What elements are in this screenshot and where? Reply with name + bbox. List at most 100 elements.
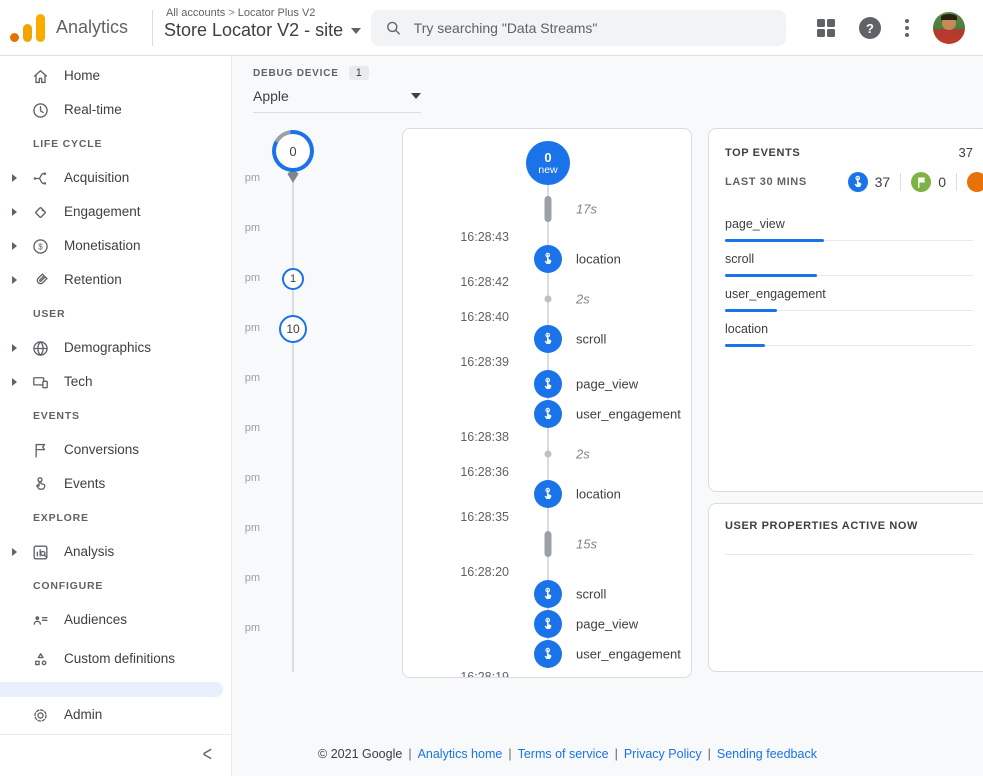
footer-link-terms-of-service[interactable]: Terms of service (518, 747, 609, 761)
gap-marker (545, 531, 552, 557)
sidebar-item-custom-definitions[interactable]: Custom definitions (0, 637, 231, 681)
monetisation-icon: $ (30, 236, 50, 256)
top-event-bar (725, 344, 765, 347)
events-count: 37 (848, 172, 891, 192)
user-properties-title: USER PROPERTIES ACTIVE NOW (725, 520, 973, 532)
chevron-down-icon (411, 93, 421, 99)
sidebar-item-label: Monetisation (64, 238, 141, 254)
counter-value: 0 (938, 174, 946, 190)
minute-pm-label: pm (234, 222, 260, 234)
user-properties-card: USER PROPERTIES ACTIVE NOW (708, 503, 983, 672)
event-row-location[interactable]: location (403, 244, 691, 274)
event-row-scroll[interactable]: scroll (403, 579, 691, 609)
new-events-count: 0 (544, 151, 551, 164)
event-row-user_engagement[interactable]: user_engagement (403, 639, 691, 669)
minute-marker[interactable]: 10 (279, 315, 307, 343)
sidebar-item-engagement[interactable]: Engagement (0, 195, 231, 229)
tap-event-icon (534, 370, 562, 398)
event-row-page_view[interactable]: page_view (403, 609, 691, 639)
tap-icon (848, 172, 868, 192)
counter-divider (956, 173, 957, 191)
sidebar-item-home[interactable]: Home (0, 59, 231, 93)
breadcrumb[interactable]: All accounts>Locator Plus V2 (166, 7, 315, 19)
breadcrumb-account[interactable]: Locator Plus V2 (238, 7, 316, 19)
sidebar-item-audiences[interactable]: Audiences (0, 603, 231, 637)
minute-pm-label: pm (234, 572, 260, 584)
new-events-badge[interactable]: 0 new (526, 141, 570, 185)
tap-event-icon (534, 400, 562, 428)
property-switcher[interactable]: Store Locator V2 - site (164, 20, 361, 41)
event-row-page_view[interactable]: page_view (403, 369, 691, 399)
footer-link-analytics-home[interactable]: Analytics home (418, 747, 503, 761)
debug-device-select[interactable]: Apple (253, 88, 421, 113)
sidebar-item-retention[interactable]: Retention (0, 263, 231, 297)
expand-chevron-icon[interactable] (12, 242, 17, 250)
sidebar-section-configure: CONFIGURE (0, 569, 231, 603)
minute-pin-icon (286, 171, 301, 188)
custom-definitions-icon (30, 649, 50, 669)
expand-chevron-icon[interactable] (12, 208, 17, 216)
minutes-current-circle[interactable]: 0 (272, 130, 314, 172)
logo-dot (10, 33, 19, 42)
debug-device-block: DEBUG DEVICE 1 Apple (253, 66, 421, 113)
sidebar-item-label: Audiences (64, 612, 127, 628)
top-event-row-scroll[interactable]: scroll (725, 241, 973, 276)
analysis-icon (30, 542, 50, 562)
top-event-row-page_view[interactable]: page_view (725, 206, 973, 241)
app-header: Analytics All accounts>Locator Plus V2 S… (0, 0, 983, 56)
expand-chevron-icon[interactable] (12, 276, 17, 284)
sidebar-item-tech[interactable]: Tech (0, 365, 231, 399)
event-row-user_engagement[interactable]: user_engagement (403, 399, 691, 429)
collapse-sidebar-button[interactable]: < (203, 744, 212, 767)
search-bar[interactable] (371, 10, 786, 46)
tap-event-icon (534, 580, 562, 608)
top-event-row-location[interactable]: location (725, 311, 973, 346)
event-row-scroll[interactable]: scroll (403, 324, 691, 354)
sidebar-item-admin[interactable]: Admin (0, 698, 231, 732)
breadcrumb-all-accounts[interactable]: All accounts (166, 7, 225, 19)
minute-marker[interactable]: 1 (282, 268, 304, 290)
analytics-logo-icon[interactable] (10, 12, 48, 44)
event-name: user_engagement (576, 647, 681, 662)
sidebar-item-demographics[interactable]: Demographics (0, 331, 231, 365)
more-menu-icon[interactable] (905, 19, 909, 37)
expand-chevron-icon[interactable] (12, 174, 17, 182)
expand-chevron-icon[interactable] (12, 344, 17, 352)
sidebar-selected-highlight[interactable] (0, 682, 223, 697)
sidebar-item-conversions[interactable]: Conversions (0, 433, 231, 467)
search-icon (385, 19, 402, 37)
sidebar-item-monetisation[interactable]: $ Monetisation (0, 229, 231, 263)
sidebar-item-events[interactable]: Events (0, 467, 231, 501)
minute-marker[interactable] (286, 169, 301, 189)
logo-bar-mid (23, 24, 32, 42)
admin-icon (30, 705, 50, 725)
sidebar-item-real-time[interactable]: Real-time (0, 93, 231, 127)
engagement-icon (30, 202, 50, 222)
copyright: © 2021 Google (318, 747, 402, 761)
event-timestamp: 16:28:36 (460, 465, 509, 479)
minute-count-circle[interactable]: 10 (279, 315, 307, 343)
top-events-total: 37 (959, 145, 973, 160)
sidebar-item-analysis[interactable]: Analysis (0, 535, 231, 569)
expand-chevron-icon[interactable] (12, 378, 17, 386)
footer-link-sending-feedback[interactable]: Sending feedback (717, 747, 817, 761)
sidebar-item-label: Demographics (64, 340, 151, 356)
help-icon[interactable]: ? (859, 17, 881, 39)
minute-pm-label: pm (234, 472, 260, 484)
conversions-icon (30, 440, 50, 460)
sidebar-item-acquisition[interactable]: Acquisition (0, 161, 231, 195)
event-row-location[interactable]: location (403, 479, 691, 509)
event-timestamp-row: 16:28:36 (403, 464, 691, 479)
minute-count-circle[interactable]: 1 (282, 268, 304, 290)
sidebar-item-label: Admin (64, 707, 102, 723)
search-input[interactable] (414, 20, 772, 36)
gap-marker (545, 196, 552, 222)
avatar[interactable] (933, 12, 965, 44)
expand-chevron-icon[interactable] (12, 548, 17, 556)
apps-grid-icon[interactable] (817, 19, 835, 37)
tech-icon (30, 372, 50, 392)
top-event-row-user_engagement[interactable]: user_engagement (725, 276, 973, 311)
event-name: page_view (576, 617, 638, 632)
event-timestamp: 16:28:35 (460, 510, 509, 524)
footer-link-privacy-policy[interactable]: Privacy Policy (624, 747, 702, 761)
